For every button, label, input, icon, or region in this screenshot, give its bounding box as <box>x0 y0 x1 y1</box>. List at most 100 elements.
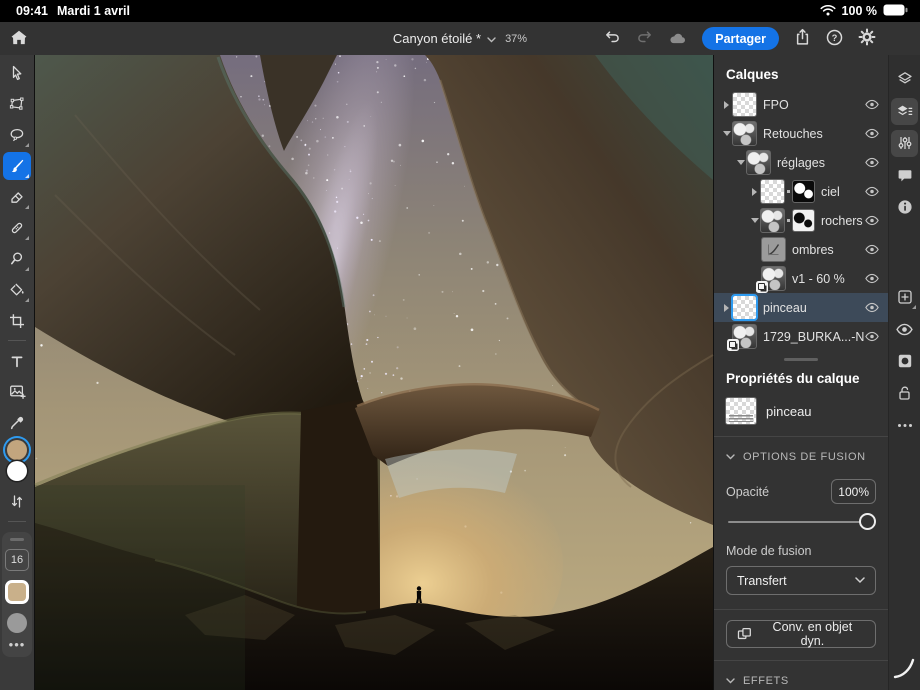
layers-view-button[interactable] <box>891 66 918 93</box>
document-canvas[interactable] <box>34 55 714 690</box>
brush-opacity-control[interactable] <box>7 613 27 633</box>
layer-row[interactable]: v1 - 60 % <box>714 264 888 293</box>
status-date: Mardi 1 avril <box>57 4 130 18</box>
settings-button[interactable] <box>858 28 876 49</box>
layer-thumbnail[interactable] <box>733 325 756 348</box>
export-button[interactable] <box>794 28 811 49</box>
layer-thumbnails <box>733 93 756 116</box>
layer-mask-thumbnail[interactable] <box>793 210 814 231</box>
brush-tool[interactable] <box>3 152 31 180</box>
undo-button[interactable] <box>604 29 621 48</box>
smart-object-badge <box>727 339 739 351</box>
eye-icon <box>896 323 913 336</box>
layer-row[interactable]: Retouches <box>714 119 888 148</box>
eye-icon[interactable] <box>865 186 879 197</box>
layer-row[interactable]: 1729_BURKA...-NR33 <box>714 322 888 351</box>
brush-settings-group: 16 ••• <box>2 532 32 657</box>
eye-icon[interactable] <box>865 128 879 139</box>
layer-expand-caret[interactable] <box>720 304 733 312</box>
layer-mask-thumbnail[interactable] <box>793 181 814 202</box>
info-button[interactable] <box>891 194 918 221</box>
place-photo-tool[interactable] <box>3 378 31 406</box>
layer-thumbnail[interactable] <box>733 122 756 145</box>
cloud-sync-button[interactable] <box>668 30 687 48</box>
layer-row[interactable]: rochers <box>714 206 888 235</box>
adjustments-button[interactable] <box>891 130 918 157</box>
brush-color-swatch[interactable] <box>5 580 29 604</box>
layer-thumbnail[interactable] <box>762 267 785 290</box>
layer-properties-icon <box>897 103 913 119</box>
layer-row[interactable]: réglages <box>714 148 888 177</box>
more-options-button[interactable]: ••• <box>9 641 26 653</box>
brush-size-badge[interactable]: 16 <box>5 549 29 571</box>
layer-thumbnail[interactable] <box>761 209 784 232</box>
background-color-chip[interactable] <box>7 461 27 481</box>
layer-name: Retouches <box>763 127 865 141</box>
layer-lock-button[interactable] <box>891 380 918 407</box>
add-layer-button[interactable] <box>891 284 918 311</box>
layer-row[interactable]: FPO <box>714 90 888 119</box>
layer-thumbnails <box>761 209 814 232</box>
layer-visibility-button[interactable] <box>891 316 918 343</box>
eye-icon[interactable] <box>865 244 879 255</box>
chevron-down-icon <box>855 577 865 584</box>
layer-expand-caret[interactable] <box>720 131 733 136</box>
layer-name: pinceau <box>763 301 865 315</box>
share-button[interactable]: Partager <box>702 27 779 50</box>
blend-options-section[interactable]: OPTIONS DE FUSION <box>714 437 888 473</box>
eyedropper-tool[interactable] <box>3 409 31 437</box>
convert-smart-object-button[interactable]: Conv. en objet dyn. <box>726 620 876 648</box>
clone-stamp-tool[interactable] <box>3 245 31 273</box>
lasso-select-tool[interactable] <box>3 121 31 149</box>
eye-icon[interactable] <box>865 273 879 284</box>
layer-thumbnails <box>747 151 770 174</box>
foreground-color-chip[interactable] <box>7 440 27 460</box>
layer-properties-button[interactable] <box>891 98 918 125</box>
layer-row[interactable]: ciel <box>714 177 888 206</box>
effects-section[interactable]: EFFETS <box>714 661 888 690</box>
layer-thumbnails <box>762 238 785 261</box>
info-icon <box>897 199 913 215</box>
document-title-button[interactable]: Canyon étoilé * <box>393 31 496 46</box>
eraser-tool[interactable] <box>3 183 31 211</box>
blend-mode-dropdown[interactable]: Transfert <box>726 566 876 595</box>
layer-mask-button[interactable] <box>891 348 918 375</box>
eye-icon[interactable] <box>865 302 879 313</box>
strip-more-button[interactable] <box>891 412 918 439</box>
redo-button[interactable] <box>636 29 653 48</box>
layer-expand-caret[interactable] <box>734 160 747 165</box>
layer-thumbnail[interactable] <box>733 93 756 116</box>
zoom-level-badge[interactable]: 37% <box>505 33 527 45</box>
panel-resize-handle[interactable] <box>784 358 818 361</box>
layer-thumbnail[interactable] <box>762 238 785 261</box>
comments-button[interactable] <box>891 162 918 189</box>
opacity-value[interactable]: 100% <box>831 479 876 504</box>
layer-row[interactable]: pinceau <box>714 293 888 322</box>
eye-icon[interactable] <box>865 99 879 110</box>
eye-icon[interactable] <box>865 331 879 342</box>
layer-expand-caret[interactable] <box>748 188 761 196</box>
crop-tool[interactable] <box>3 307 31 335</box>
photoshop-ipad-app: 09:41 Mardi 1 avril 100 % Canyon étoilé … <box>0 0 920 690</box>
layer-thumbnail[interactable] <box>747 151 770 174</box>
healing-brush-tool[interactable] <box>3 214 31 242</box>
opacity-slider[interactable] <box>728 512 874 532</box>
swap-colors-button[interactable] <box>3 488 31 516</box>
opacity-slider-knob[interactable] <box>859 513 876 530</box>
layers-panel: Calques FPO Retouches réglages ciel roch… <box>714 55 888 690</box>
layer-expand-caret[interactable] <box>720 101 733 109</box>
layer-thumbnail[interactable] <box>761 180 784 203</box>
move-tool[interactable] <box>3 59 31 87</box>
type-tool[interactable] <box>3 347 31 375</box>
layer-thumbnail[interactable] <box>733 296 756 319</box>
rail-drag-handle[interactable] <box>10 538 24 541</box>
eye-icon[interactable] <box>865 157 879 168</box>
eye-icon[interactable] <box>865 215 879 226</box>
fill-tool[interactable] <box>3 276 31 304</box>
transform-tool[interactable] <box>3 90 31 118</box>
more-icon <box>897 423 913 428</box>
help-button[interactable]: ? <box>826 29 843 49</box>
layers-icon <box>897 71 913 87</box>
layer-row[interactable]: ombres <box>714 235 888 264</box>
layer-expand-caret[interactable] <box>748 218 761 223</box>
